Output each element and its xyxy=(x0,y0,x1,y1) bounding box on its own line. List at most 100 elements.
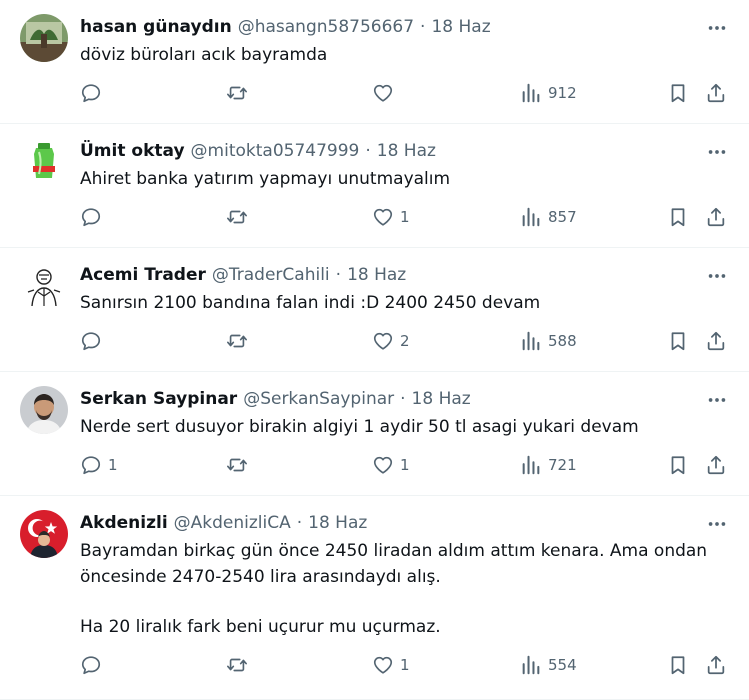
tweet-paragraph: Bayramdan birkaç gün önce 2450 liradan a… xyxy=(80,541,708,587)
more-options-button[interactable] xyxy=(703,386,731,414)
avatar[interactable] xyxy=(20,14,68,62)
tweet[interactable]: hasan günaydın @hasangn58756667 · 18 Haz… xyxy=(0,0,749,124)
like-icon xyxy=(372,82,394,104)
tweet[interactable]: Ümit oktay @mitokta05747999 · 18 Haz Ahi… xyxy=(0,124,749,248)
like-count: 1 xyxy=(400,456,410,474)
tweet-date[interactable]: 18 Haz xyxy=(431,17,490,37)
share-button[interactable] xyxy=(705,653,727,677)
retweet-button[interactable] xyxy=(226,81,254,105)
tweet[interactable]: Acemi Trader @TraderCahili · 18 Haz Sanı… xyxy=(0,248,749,372)
share-icon xyxy=(705,206,727,228)
more-options-button[interactable] xyxy=(703,510,731,538)
bookmark-button[interactable] xyxy=(667,653,689,677)
view-count: 912 xyxy=(548,84,577,102)
avatar[interactable] xyxy=(20,262,68,310)
retweet-button[interactable] xyxy=(226,205,254,229)
reply-button[interactable]: 1 xyxy=(80,453,118,477)
tweet-header: hasan günaydın @hasangn58756667 · 18 Haz xyxy=(80,12,733,42)
like-button[interactable]: 1 xyxy=(372,653,410,677)
author-handle[interactable]: @SerkanSaypinar xyxy=(243,389,394,409)
avatar[interactable] xyxy=(20,386,68,434)
views-button[interactable]: 588 xyxy=(520,329,577,353)
like-count: 2 xyxy=(400,332,410,350)
tweet-paragraph: Ahiret banka yatırım yapmayı unutmayalım xyxy=(80,169,451,189)
author-handle[interactable]: @AkdenizliCA xyxy=(174,513,291,533)
retweet-icon xyxy=(226,454,248,476)
author-name[interactable]: Ümit oktay xyxy=(80,141,185,161)
bookmark-button[interactable] xyxy=(667,453,689,477)
share-button[interactable] xyxy=(705,329,727,353)
like-button[interactable]: 1 xyxy=(372,453,410,477)
author-handle[interactable]: @mitokta05747999 xyxy=(191,141,360,161)
author-name[interactable]: hasan günaydın xyxy=(80,17,232,37)
author-handle[interactable]: @TraderCahili xyxy=(212,265,330,285)
bookmark-icon xyxy=(667,206,689,228)
tweet-date[interactable]: 18 Haz xyxy=(412,389,471,409)
more-icon xyxy=(706,17,728,39)
tweet-paragraph: Sanırsın 2100 bandına falan indi :D 2400… xyxy=(80,293,541,313)
share-button[interactable] xyxy=(705,205,727,229)
separator: · xyxy=(296,513,303,533)
tweet-text: Bayramdan birkaç gün önce 2450 liradan a… xyxy=(80,538,733,640)
bookmark-button[interactable] xyxy=(667,329,689,353)
reply-icon xyxy=(80,454,102,476)
retweet-button[interactable] xyxy=(226,653,254,677)
views-icon xyxy=(520,206,542,228)
share-icon xyxy=(705,330,727,352)
tweet[interactable]: Akdenizli @AkdenizliCA · 18 Haz Bayramda… xyxy=(0,496,749,700)
tweet-date[interactable]: 18 Haz xyxy=(308,513,367,533)
views-icon xyxy=(520,330,542,352)
separator: · xyxy=(365,141,371,161)
views-button[interactable]: 554 xyxy=(520,653,577,677)
reply-button[interactable] xyxy=(80,653,108,677)
separator: · xyxy=(420,17,426,37)
author-name[interactable]: Akdenizli xyxy=(80,513,168,533)
reply-icon xyxy=(80,654,102,676)
author-name[interactable]: Acemi Trader xyxy=(80,265,206,285)
like-button[interactable]: 2 xyxy=(372,329,410,353)
tweet-paragraph: döviz büroları acık bayramda xyxy=(80,45,328,65)
retweet-icon xyxy=(226,654,248,676)
author-handle[interactable]: @hasangn58756667 xyxy=(238,17,414,37)
tweet-header: Serkan Saypinar @SerkanSaypinar · 18 Haz xyxy=(80,384,733,414)
tweet-paragraph: Nerde sert dusuyor birakin algiyi 1 aydi… xyxy=(80,417,639,437)
view-count: 554 xyxy=(548,656,577,674)
share-button[interactable] xyxy=(705,81,727,105)
reply-button[interactable] xyxy=(80,205,108,229)
more-icon xyxy=(706,265,728,287)
more-options-button[interactable] xyxy=(703,14,731,42)
more-options-button[interactable] xyxy=(703,262,731,290)
retweet-button[interactable] xyxy=(226,453,254,477)
views-button[interactable]: 912 xyxy=(520,81,577,105)
tweet-header: Acemi Trader @TraderCahili · 18 Haz xyxy=(80,260,733,290)
reply-button[interactable] xyxy=(80,329,108,353)
tweet-text: Ahiret banka yatırım yapmayı unutmayalım xyxy=(80,166,733,192)
views-icon xyxy=(520,654,542,676)
views-button[interactable]: 721 xyxy=(520,453,577,477)
tweet-actions: 1 857 xyxy=(80,192,733,252)
tweet[interactable]: Serkan Saypinar @SerkanSaypinar · 18 Haz… xyxy=(0,372,749,496)
author-name[interactable]: Serkan Saypinar xyxy=(80,389,237,409)
tweet-actions: 912 xyxy=(80,68,733,128)
reply-button[interactable] xyxy=(80,81,108,105)
like-icon xyxy=(372,654,394,676)
tweet-date[interactable]: 18 Haz xyxy=(347,265,406,285)
tweet-actions: 1 1 721 xyxy=(80,440,733,500)
tweet-date[interactable]: 18 Haz xyxy=(377,141,436,161)
more-options-button[interactable] xyxy=(703,138,731,166)
like-button[interactable]: 1 xyxy=(372,205,410,229)
bookmark-button[interactable] xyxy=(667,205,689,229)
tweet-text: Sanırsın 2100 bandına falan indi :D 2400… xyxy=(80,290,733,316)
tweet-actions: 1 554 xyxy=(80,640,733,700)
share-button[interactable] xyxy=(705,453,727,477)
avatar[interactable] xyxy=(20,138,68,186)
tweet-header: Ümit oktay @mitokta05747999 · 18 Haz xyxy=(80,136,733,166)
tweet-paragraph: Ha 20 liralık fark beni uçurur mu uçurma… xyxy=(80,617,441,637)
bookmark-icon xyxy=(667,454,689,476)
avatar[interactable] xyxy=(20,510,68,558)
retweet-button[interactable] xyxy=(226,329,254,353)
bookmark-button[interactable] xyxy=(667,81,689,105)
views-button[interactable]: 857 xyxy=(520,205,577,229)
bookmark-icon xyxy=(667,654,689,676)
like-button[interactable] xyxy=(372,81,400,105)
